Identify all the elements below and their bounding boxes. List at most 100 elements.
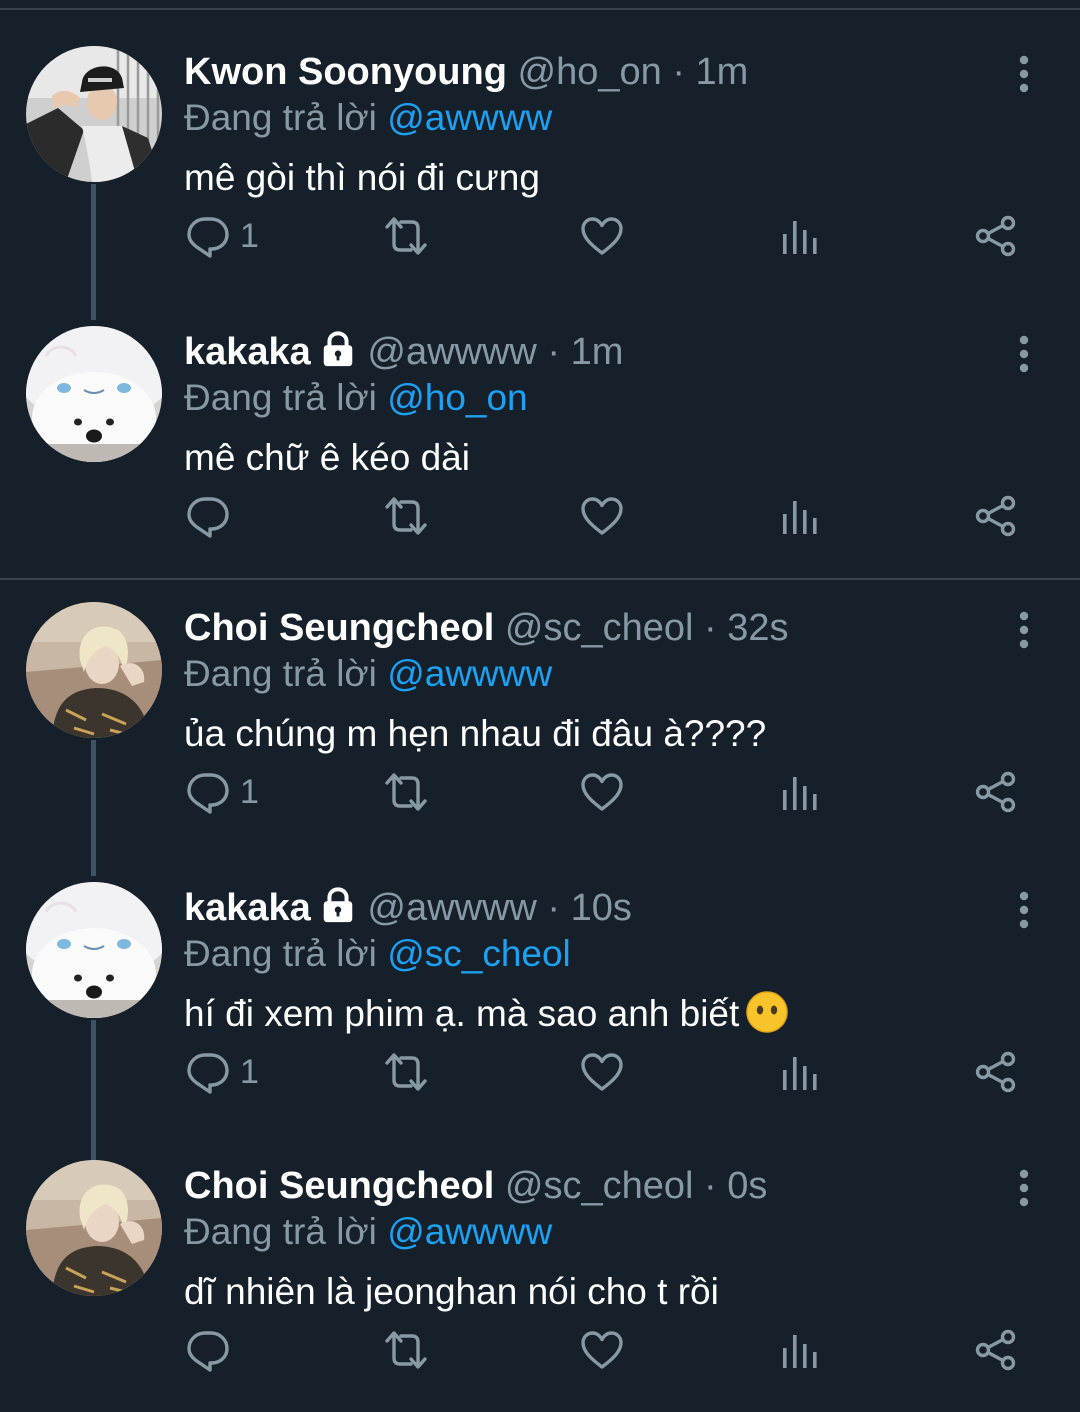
share-icon: [974, 214, 1018, 258]
tweet-text: hí đi xem phim ạ. mà sao anh biết: [184, 990, 789, 1038]
avatar[interactable]: [26, 1160, 162, 1296]
analytics-icon: [780, 1328, 820, 1372]
avatar[interactable]: [26, 326, 162, 462]
replying-to-label: Đang trả lời: [184, 933, 377, 974]
replying-to: Đang trả lời @awwww: [184, 650, 552, 698]
tweet-text: mê chữ ê kéo dài: [184, 437, 470, 478]
samoyed-dog-photo-avatar: [26, 882, 162, 1018]
replying-to-link[interactable]: @awwww: [387, 1211, 552, 1252]
retweet-icon: [382, 1328, 430, 1372]
username[interactable]: @awwww: [367, 331, 536, 373]
display-name[interactable]: Choi Seungcheol: [184, 607, 494, 649]
more-vertical-icon[interactable]: [1008, 890, 1040, 930]
analytics-button[interactable]: [780, 494, 820, 540]
like-button[interactable]: [580, 214, 624, 260]
timestamp[interactable]: 10s: [571, 887, 632, 929]
top-border: [0, 8, 1080, 10]
more-vertical-icon[interactable]: [1008, 610, 1040, 650]
retweet-button[interactable]: [382, 1328, 430, 1374]
face-without-mouth-emoji-icon: [745, 990, 789, 1034]
analytics-button[interactable]: [780, 1328, 820, 1374]
reply-button[interactable]: 1: [186, 770, 259, 816]
more-vertical-icon[interactable]: [1008, 54, 1040, 94]
avatar[interactable]: [26, 46, 162, 182]
reply-count: 1: [240, 217, 259, 255]
like-button[interactable]: [580, 770, 624, 816]
heart-icon: [580, 494, 624, 538]
separator: ·: [547, 331, 561, 373]
timestamp[interactable]: 1m: [571, 331, 624, 373]
share-icon: [974, 1328, 1018, 1372]
timestamp[interactable]: 0s: [727, 1165, 767, 1207]
display-name[interactable]: kakaka: [184, 887, 311, 929]
tweet[interactable]: Kwon Soonyoung @ho_on · 1m Đang trả lời …: [0, 46, 1080, 320]
replying-to-label: Đang trả lời: [184, 653, 377, 694]
tweet-header: kakaka @awwww · 10s: [184, 882, 632, 934]
share-button[interactable]: [974, 214, 1018, 260]
thread-line: [91, 184, 96, 320]
reply-button[interactable]: [186, 494, 240, 540]
reply-button[interactable]: 1: [186, 1050, 259, 1096]
tweet[interactable]: Choi Seungcheol @sc_cheol · 0s Đang trả …: [0, 1160, 1080, 1400]
replying-to-link[interactable]: @awwww: [387, 97, 552, 138]
display-name[interactable]: Kwon Soonyoung: [184, 51, 507, 93]
reply-icon: [186, 1328, 230, 1372]
heart-icon: [580, 1328, 624, 1372]
reply-button[interactable]: [186, 1328, 240, 1374]
tweet[interactable]: Choi Seungcheol @sc_cheol · 32s Đang trả…: [0, 602, 1080, 876]
like-button[interactable]: [580, 1050, 624, 1096]
reply-icon: [186, 214, 230, 258]
username[interactable]: @awwww: [367, 887, 536, 929]
replying-to: Đang trả lời @sc_cheol: [184, 930, 571, 978]
tweet[interactable]: kakaka @awwww · 10s Đang trả lời @sc_che…: [0, 882, 1080, 1160]
thread-line: [91, 740, 96, 876]
retweet-button[interactable]: [382, 214, 430, 260]
tweet-text: dĩ nhiên là jeonghan nói cho t rồi: [184, 1271, 719, 1312]
more-vertical-icon[interactable]: [1008, 1168, 1040, 1208]
replying-to-link[interactable]: @awwww: [387, 653, 552, 694]
retweet-icon: [382, 494, 430, 538]
share-icon: [974, 770, 1018, 814]
retweet-icon: [382, 214, 430, 258]
replying-to-link[interactable]: @ho_on: [387, 377, 527, 418]
display-name[interactable]: kakaka: [184, 331, 311, 373]
avatar[interactable]: [26, 602, 162, 738]
username[interactable]: @ho_on: [518, 51, 662, 93]
separator: ·: [704, 607, 717, 649]
analytics-button[interactable]: [780, 770, 820, 816]
tweet[interactable]: kakaka @awwww · 1m Đang trả lời @ho_on m…: [0, 326, 1080, 566]
avatar[interactable]: [26, 882, 162, 1018]
username[interactable]: @sc_cheol: [505, 1165, 694, 1207]
replying-to-link[interactable]: @sc_cheol: [387, 933, 571, 974]
retweet-button[interactable]: [382, 494, 430, 540]
conversation-divider: [0, 578, 1080, 580]
share-button[interactable]: [974, 1328, 1018, 1374]
lock-icon: [319, 886, 357, 924]
tweet-header: Choi Seungcheol @sc_cheol · 32s: [184, 602, 789, 654]
analytics-button[interactable]: [780, 214, 820, 260]
analytics-button[interactable]: [780, 1050, 820, 1096]
share-icon: [974, 1050, 1018, 1094]
retweet-button[interactable]: [382, 1050, 430, 1096]
reply-button[interactable]: 1: [186, 214, 259, 260]
analytics-icon: [780, 214, 820, 258]
share-button[interactable]: [974, 1050, 1018, 1096]
share-button[interactable]: [974, 494, 1018, 540]
tweet-header: kakaka @awwww · 1m: [184, 326, 623, 378]
like-button[interactable]: [580, 494, 624, 540]
reply-icon: [186, 1050, 230, 1094]
display-name[interactable]: Choi Seungcheol: [184, 1165, 494, 1207]
retweet-button[interactable]: [382, 770, 430, 816]
heart-icon: [580, 214, 624, 258]
lock-icon: [319, 330, 357, 368]
share-button[interactable]: [974, 770, 1018, 816]
heart-icon: [580, 770, 624, 814]
timestamp[interactable]: 1m: [696, 51, 749, 93]
more-vertical-icon[interactable]: [1008, 334, 1040, 374]
retweet-icon: [382, 770, 430, 814]
like-button[interactable]: [580, 1328, 624, 1374]
person-photo-avatar: [26, 46, 162, 182]
replying-to: Đang trả lời @ho_on: [184, 374, 528, 422]
username[interactable]: @sc_cheol: [505, 607, 694, 649]
timestamp[interactable]: 32s: [727, 607, 788, 649]
